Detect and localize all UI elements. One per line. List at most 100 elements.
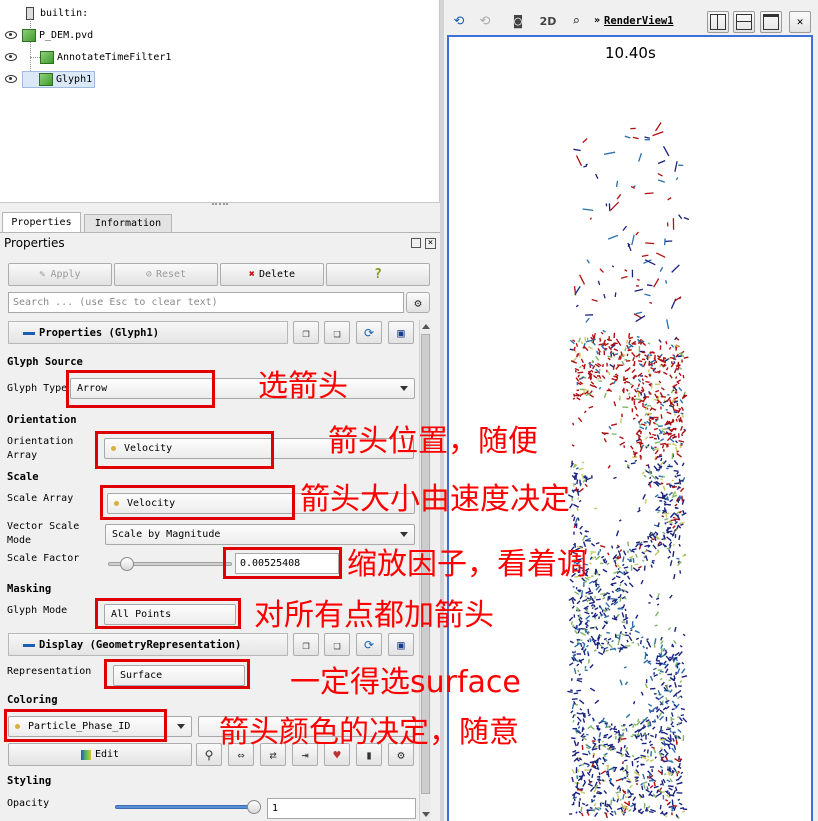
delete-button[interactable]: ✖ Delete xyxy=(220,263,324,286)
particle-glyph xyxy=(641,351,646,354)
particle-glyph xyxy=(588,713,591,717)
particle-glyph xyxy=(632,701,636,705)
particle-glyph xyxy=(603,736,607,739)
particle-glyph xyxy=(588,580,594,585)
particle-glyph xyxy=(652,544,657,550)
opacity-slider[interactable] xyxy=(115,805,257,809)
section-orientation: Orientation xyxy=(7,414,77,426)
paste-icon[interactable]: ❏ xyxy=(324,321,350,344)
particle-glyph xyxy=(667,785,674,788)
particle-glyph xyxy=(680,406,685,412)
help-button[interactable]: ? xyxy=(326,263,430,286)
refresh-icon[interactable]: ⟳ xyxy=(356,633,382,656)
particle-glyph xyxy=(674,475,678,478)
particle-glyph xyxy=(608,335,611,342)
particle-glyph xyxy=(654,122,662,132)
reset-button[interactable]: ⊘ Reset xyxy=(114,263,218,286)
tab-information[interactable]: Information xyxy=(84,214,172,232)
pipeline-item-p-dem[interactable]: P_DEM.pvd xyxy=(22,26,93,44)
particle-glyph xyxy=(653,278,660,288)
particle-glyph xyxy=(669,594,673,599)
gear-icon[interactable]: ⚙ xyxy=(406,292,430,313)
particle-glyph xyxy=(581,364,585,368)
float-panel-icon[interactable] xyxy=(411,238,421,248)
particle-glyph xyxy=(652,726,656,730)
particle-glyph xyxy=(588,393,595,398)
apply-button[interactable]: ✎ Apply xyxy=(8,263,112,286)
particle-glyph xyxy=(598,606,602,608)
visibility-eye-icon[interactable] xyxy=(5,53,17,61)
scroll-down-icon[interactable] xyxy=(422,812,430,817)
save-icon[interactable]: ▣ xyxy=(388,321,414,344)
section-header-glyph[interactable]: Properties (Glyph1) xyxy=(8,321,288,344)
particle-glyph xyxy=(660,644,664,649)
opacity-input[interactable]: 1 xyxy=(267,798,416,819)
pipeline-item-builtin[interactable]: builtin: xyxy=(26,4,88,22)
more-chevron-icon[interactable]: » xyxy=(594,15,600,26)
particle-glyph xyxy=(626,639,629,643)
particle-glyph xyxy=(637,568,641,572)
particle-glyph xyxy=(570,710,574,714)
particle-glyph xyxy=(673,675,676,680)
split-vertical-icon[interactable] xyxy=(733,11,755,33)
particle-glyph xyxy=(672,486,677,489)
copy-icon[interactable]: ❐ xyxy=(293,633,319,656)
particle-glyph xyxy=(581,641,586,646)
render-view-name[interactable]: RenderView1 xyxy=(604,15,674,27)
particle-glyph xyxy=(622,793,625,800)
particle-glyph xyxy=(683,428,687,432)
reset-camera-closest-icon[interactable]: ⟲ xyxy=(475,11,495,31)
visibility-eye-icon[interactable] xyxy=(5,31,17,39)
particle-glyph xyxy=(648,419,652,426)
particle-glyph xyxy=(577,417,583,423)
split-horizontal-icon[interactable] xyxy=(707,11,729,33)
particle-glyph xyxy=(624,759,628,762)
tab-properties[interactable]: Properties xyxy=(2,212,81,232)
section-header-display[interactable]: Display (GeometryRepresentation) xyxy=(8,633,288,656)
particle-glyph xyxy=(589,786,595,792)
particle-glyph xyxy=(646,749,649,754)
particle-glyph xyxy=(606,562,610,566)
reset-camera-icon[interactable]: ⟲ xyxy=(449,11,469,31)
pipeline-item-glyph1[interactable]: Glyph1 xyxy=(22,70,96,88)
splitter-handle[interactable] xyxy=(212,203,228,207)
particle-glyph xyxy=(670,518,677,522)
particle-glyph xyxy=(679,445,683,449)
particle-glyph xyxy=(601,624,606,630)
camera-capture-icon[interactable]: ◙ xyxy=(508,11,528,31)
copy-icon[interactable]: ❐ xyxy=(293,321,319,344)
edit-colormap-button[interactable]: Edit xyxy=(8,743,192,766)
particle-glyph xyxy=(573,148,581,152)
visibility-eye-icon[interactable] xyxy=(5,75,17,83)
particle-glyph xyxy=(621,761,625,765)
particle-glyph xyxy=(640,738,643,742)
particle-glyph xyxy=(644,375,648,378)
scale-factor-slider-handle[interactable] xyxy=(120,557,134,571)
particle-glyph xyxy=(646,786,649,791)
particle-glyph xyxy=(611,265,615,268)
select-zoom-icon[interactable]: ⌕ xyxy=(566,11,586,31)
close-view-icon[interactable]: ✕ xyxy=(789,11,811,33)
particle-glyph xyxy=(615,778,622,782)
particle-glyph xyxy=(645,719,650,723)
particle-glyph xyxy=(644,683,648,689)
particle-glyph xyxy=(669,729,672,733)
particle-glyph xyxy=(657,179,665,183)
particle-glyph xyxy=(595,355,600,361)
refresh-icon[interactable]: ⟳ xyxy=(356,321,382,344)
paste-icon[interactable]: ❏ xyxy=(324,633,350,656)
particle-glyph xyxy=(609,382,614,386)
scroll-up-icon[interactable] xyxy=(422,324,430,329)
particle-glyph xyxy=(674,161,678,172)
maximize-icon[interactable] xyxy=(760,11,782,33)
opacity-slider-handle[interactable] xyxy=(247,800,261,814)
save-icon[interactable]: ▣ xyxy=(388,633,414,656)
particle-glyph xyxy=(660,752,665,756)
close-panel-icon[interactable]: × xyxy=(425,238,436,249)
toggle-2d-button[interactable]: 2D xyxy=(538,11,558,31)
particle-glyph xyxy=(578,618,582,623)
vector-scale-mode-select[interactable]: Scale by Magnitude xyxy=(105,524,415,545)
particle-glyph xyxy=(618,735,625,738)
search-input[interactable]: Search ... (use Esc to clear text) xyxy=(8,292,404,313)
pipeline-item-annotate-time-filter[interactable]: AnnotateTimeFilter1 xyxy=(40,48,171,66)
